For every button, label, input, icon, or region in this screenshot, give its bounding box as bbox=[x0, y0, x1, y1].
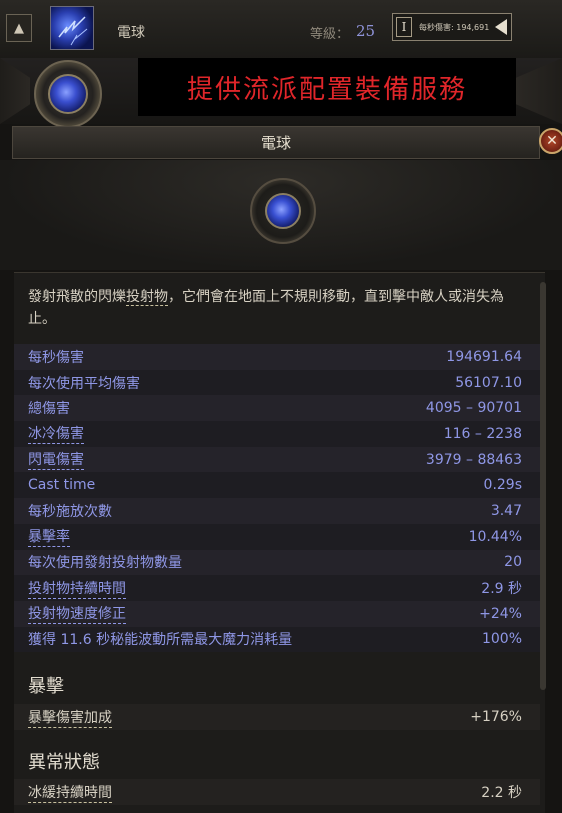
stat-value: 0.29s bbox=[483, 477, 522, 494]
dps-panel[interactable]: I 每秒傷害: 194,691 bbox=[392, 13, 512, 41]
stat-value: 20 bbox=[504, 554, 522, 571]
stat-label: 總傷害 bbox=[28, 401, 70, 418]
stat-label: 獲得 11.6 秒秘能波動所需最大魔力消耗量 bbox=[28, 632, 293, 649]
stat-label: 每秒施放次數 bbox=[28, 503, 112, 520]
stat-value: +24% bbox=[479, 605, 522, 622]
chill-duration-label[interactable]: 冰緩持續時間 bbox=[28, 782, 112, 803]
stat-label: 每秒傷害 bbox=[28, 349, 84, 366]
dps-readout: 每秒傷害: 194,691 bbox=[419, 23, 490, 32]
stat-row: 投射物速度修正 +24% bbox=[14, 600, 540, 627]
stat-row: 每秒施放次數 3.47 bbox=[14, 498, 540, 524]
stat-row: 投射物持續時間 2.9 秒 bbox=[14, 575, 540, 601]
stat-row: 總傷害 4095 – 90701 bbox=[14, 395, 540, 422]
back-arrow-icon[interactable] bbox=[495, 19, 507, 35]
crit-section-title: 暴擊 bbox=[28, 676, 64, 697]
level-label: 等級： bbox=[310, 27, 350, 42]
stats-list: 每秒傷害 194691.64 每次使用平均傷害 56107.10 總傷害 4095 –… bbox=[14, 344, 540, 653]
crit-damage-label[interactable]: 暴擊傷害加成 bbox=[28, 707, 112, 728]
stat-row: 獲得 11.6 秒秘能波動所需最大魔力消耗量 100% bbox=[14, 626, 540, 653]
stat-value: 3.47 bbox=[490, 502, 522, 519]
chill-duration-value: 2.2 秒 bbox=[481, 785, 522, 801]
lightning-orb-icon bbox=[48, 74, 88, 114]
crit-damage-value: +176% bbox=[470, 709, 522, 725]
stat-label[interactable]: 投射物持續時間 bbox=[28, 578, 126, 599]
stat-label[interactable]: 投射物速度修正 bbox=[28, 603, 126, 625]
stat-label[interactable]: 閃電傷害 bbox=[28, 449, 84, 471]
stat-value: 4095 – 90701 bbox=[425, 400, 522, 417]
skill-description: 發射飛散的閃爍投射物，它們會在地面上不規則移動，直到擊中敵人或消失為止。 bbox=[28, 286, 528, 330]
stat-value: 56107.10 bbox=[455, 374, 522, 391]
close-button[interactable]: ✕ bbox=[539, 128, 562, 154]
crit-damage-row: 暴擊傷害加成 +176% bbox=[14, 704, 540, 730]
band-left-ornament bbox=[0, 58, 30, 124]
skill-icon-area bbox=[0, 160, 562, 270]
stat-label[interactable]: 冰冷傷害 bbox=[28, 423, 84, 445]
stat-value: 3979 – 88463 bbox=[425, 451, 522, 468]
ailment-section-title: 異常狀態 bbox=[28, 752, 100, 773]
stat-row: Cast time 0.29s bbox=[14, 472, 540, 499]
chill-duration-row: 冰緩持續時間 2.2 秒 bbox=[14, 779, 540, 805]
level-value: 25 bbox=[356, 22, 376, 40]
stat-label: Cast time bbox=[28, 477, 96, 494]
skill-thumbnail[interactable] bbox=[50, 6, 94, 50]
stat-value: 2.9 秒 bbox=[481, 581, 522, 598]
stat-label[interactable]: 暴擊率 bbox=[28, 526, 70, 548]
stat-row: 冰冷傷害 116 – 2238 bbox=[14, 421, 540, 447]
stat-row: 暴擊率 10.44% bbox=[14, 523, 540, 550]
close-icon: ✕ bbox=[546, 133, 558, 149]
scrollbar[interactable] bbox=[540, 282, 546, 690]
header-band: 提供流派配置裝備服務 bbox=[0, 58, 562, 128]
promo-banner: 提供流派配置裝備服務 bbox=[138, 58, 516, 116]
stat-value: 116 – 2238 bbox=[443, 425, 522, 442]
stat-value: 100% bbox=[481, 631, 522, 648]
stat-row: 每次使用發射投射物數量 20 bbox=[14, 549, 540, 576]
stat-label: 每次使用發射投射物數量 bbox=[28, 555, 182, 572]
lightning-orb-icon bbox=[58, 16, 88, 46]
stat-row: 每次使用平均傷害 56107.10 bbox=[14, 369, 540, 396]
dps-tab[interactable]: I bbox=[396, 17, 412, 37]
skill-icon-frame bbox=[250, 178, 316, 244]
skill-name: 電球 bbox=[117, 25, 145, 41]
promo-text: 提供流派配置裝備服務 bbox=[186, 74, 467, 105]
top-bar: ▲ 電球 等級： 25 I 每秒傷害: 194,691 bbox=[0, 0, 562, 59]
description-text: 發射飛散的閃爍 bbox=[28, 289, 126, 305]
tooltip-title: 電球 bbox=[260, 134, 291, 152]
stat-value: 10.44% bbox=[468, 528, 522, 545]
collapse-button[interactable]: ▲ bbox=[6, 14, 32, 42]
tooltip-title-bar: 電球 bbox=[12, 126, 540, 159]
description-keyword[interactable]: 投射物 bbox=[126, 289, 168, 306]
stat-label: 每次使用平均傷害 bbox=[28, 375, 140, 392]
collapse-arrow-icon: ▲ bbox=[14, 20, 24, 36]
stat-row: 每秒傷害 194691.64 bbox=[14, 344, 540, 370]
stat-value: 194691.64 bbox=[446, 348, 522, 365]
skill-orb bbox=[34, 60, 102, 128]
lightning-orb-icon bbox=[265, 193, 301, 229]
stat-row: 閃電傷害 3979 – 88463 bbox=[14, 446, 540, 473]
band-right-ornament bbox=[516, 58, 562, 124]
